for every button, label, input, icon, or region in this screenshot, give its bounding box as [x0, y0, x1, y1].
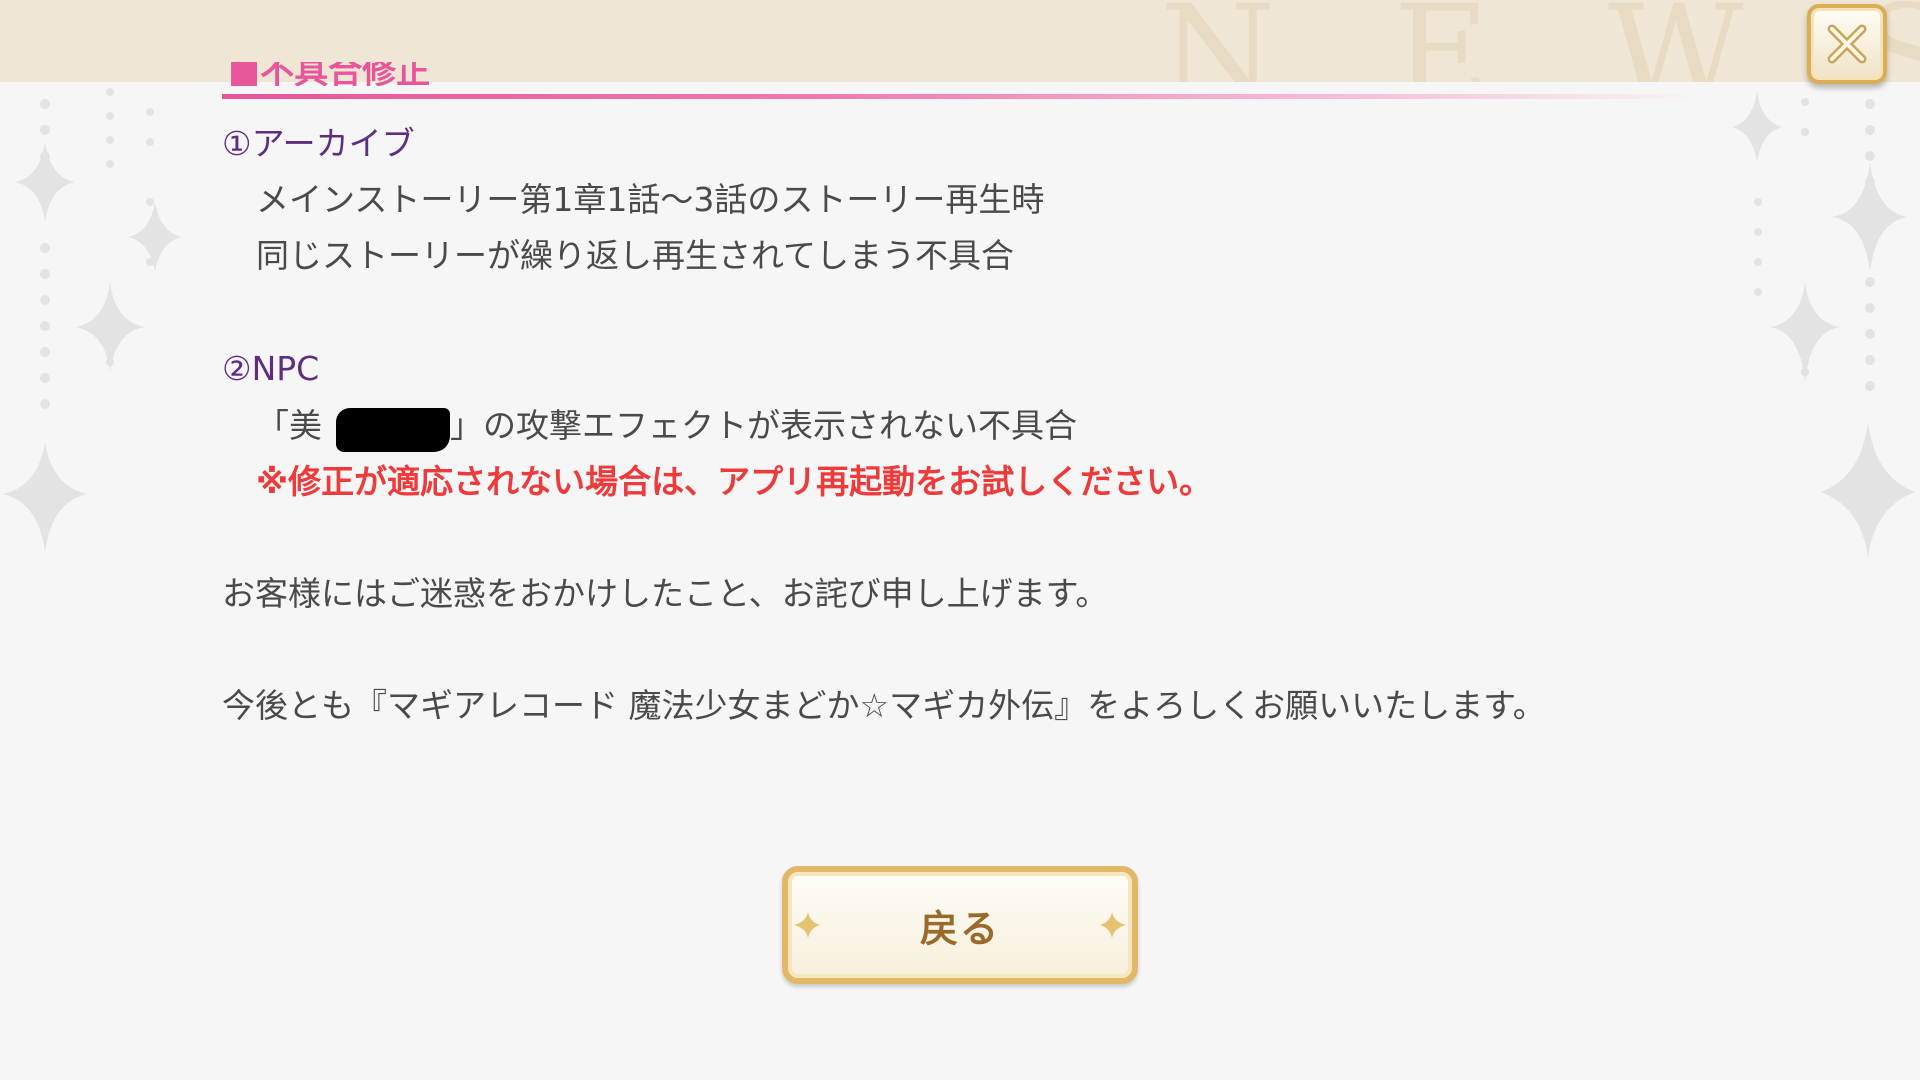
redaction-mark	[336, 408, 450, 452]
archive-line-1: メインストーリー第1章1話～3話のストーリー再生時	[256, 180, 1045, 219]
close-icon	[1827, 24, 1867, 64]
npc-warning-note: ※修正が適応されない場合は、アプリ再起動をお試しください。	[256, 462, 1213, 501]
back-button-label: 戻る	[919, 906, 1000, 951]
npc-line-suffix: 」の攻撃エフェクトが表示されない不具合	[450, 406, 1077, 445]
section-heading-npc: ②NPC	[222, 349, 320, 388]
section-heading-archive: ①アーカイブ	[222, 124, 415, 163]
npc-line-prefix: 「美	[256, 406, 322, 445]
close-button[interactable]	[1807, 4, 1887, 84]
apology-text: お客様にはご迷惑をおかけしたこと、お詫び申し上げます。	[222, 574, 1109, 613]
title-underline	[222, 94, 1700, 99]
news-watermark: N E W S	[1160, 0, 1920, 82]
sparkle-decoration-right	[1732, 92, 1915, 557]
back-button[interactable]: 戻る	[782, 866, 1138, 984]
closing-text: 今後とも『マギアレコード 魔法少女まどか☆マギカ外伝』をよろしくお願いいたします…	[222, 686, 1546, 725]
sparkle-decoration-left	[2, 88, 182, 552]
section-title: ■不具合修正	[228, 62, 431, 86]
ornament-right-icon	[1100, 912, 1126, 938]
ornament-left-icon	[794, 912, 820, 938]
archive-line-2: 同じストーリーが繰り返し再生されてしまう不具合	[256, 236, 1015, 275]
